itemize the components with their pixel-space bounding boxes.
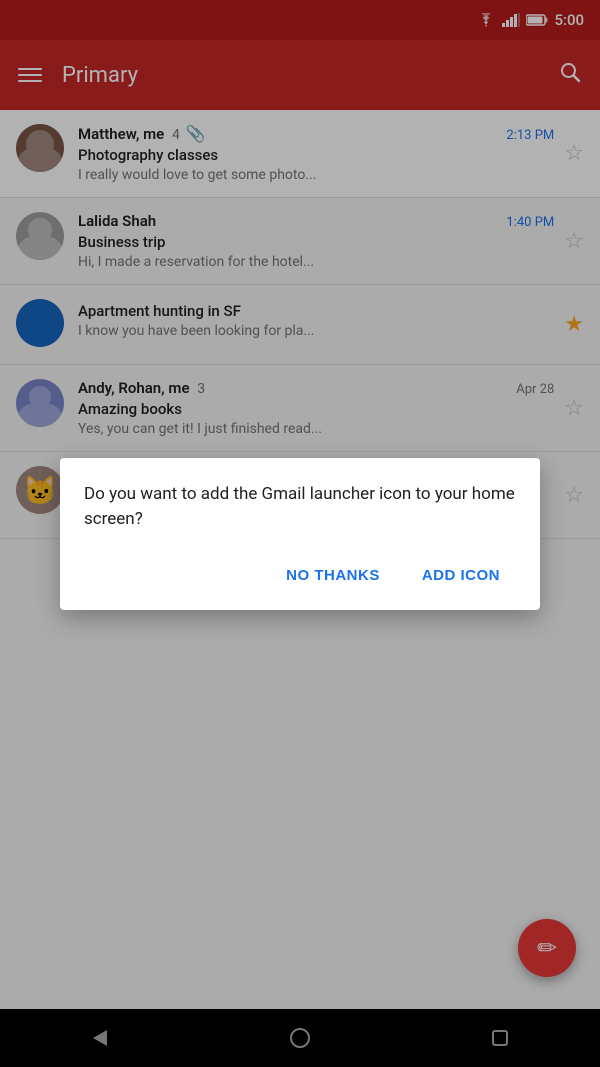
add-icon-button[interactable]: ADD ICON <box>406 557 516 594</box>
no-thanks-button[interactable]: NO THANKS <box>270 557 396 594</box>
dialog-message: Do you want to add the Gmail launcher ic… <box>84 482 516 533</box>
dialog: Do you want to add the Gmail launcher ic… <box>60 458 540 610</box>
dialog-overlay: Do you want to add the Gmail launcher ic… <box>0 0 600 1067</box>
dialog-buttons: NO THANKS ADD ICON <box>84 557 516 594</box>
